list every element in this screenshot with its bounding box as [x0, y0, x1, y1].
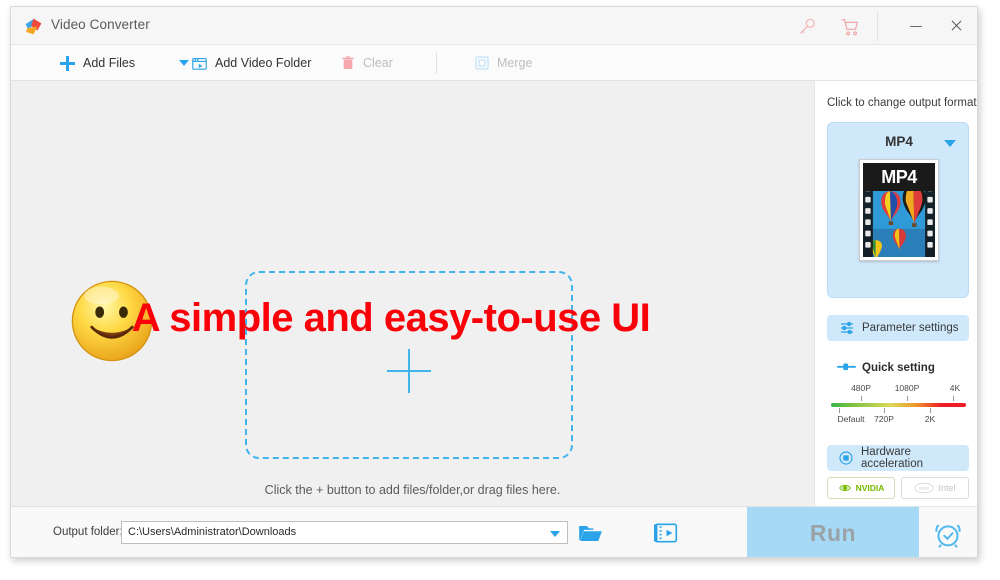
title-bar: Video Converter: [11, 7, 977, 45]
quality-slider-track: [831, 403, 966, 407]
chevron-down-icon: [944, 140, 956, 147]
parameter-settings-button[interactable]: Parameter settings: [827, 315, 969, 341]
output-folder-label: Output folder:: [53, 526, 123, 538]
quality-label-720p: 720P: [874, 414, 894, 424]
chevron-down-icon: [179, 60, 189, 66]
toolbar: Add Files Add Video Folder Clear Merge: [11, 45, 977, 81]
key-icon[interactable]: [796, 16, 818, 38]
format-thumbnail: MP4: [859, 159, 939, 261]
media-file-icon[interactable]: [653, 520, 679, 546]
add-files-label: Add Files: [83, 56, 136, 70]
quality-label-2k: 2K: [924, 414, 936, 424]
merge-label: Merge: [497, 56, 533, 70]
hardware-acceleration-button[interactable]: Hardware acceleration: [827, 445, 969, 471]
add-files-button[interactable]: Add Files: [59, 45, 135, 81]
toolbar-divider: [436, 52, 437, 74]
svg-text:intel: intel: [920, 486, 929, 492]
sidebar-caption: Click to change output format:: [827, 97, 978, 109]
run-button[interactable]: Run: [747, 507, 919, 557]
add-video-folder-button[interactable]: Add Video Folder: [191, 45, 311, 81]
hw-option-intel[interactable]: intel Intel: [901, 477, 969, 499]
quality-slider[interactable]: 480P 1080P 4K Default 720P 2K: [831, 381, 966, 429]
hardware-acceleration-label: Hardware acceleration: [861, 446, 924, 470]
plus-icon: [59, 55, 76, 72]
clear-button[interactable]: Clear: [339, 45, 393, 81]
merge-button[interactable]: Merge: [473, 45, 532, 81]
merge-squares-icon: [473, 55, 490, 72]
add-video-folder-label: Add Video Folder: [215, 56, 312, 70]
slider-handle-icon: [837, 359, 856, 377]
hw-option-intel-label: Intel: [938, 483, 956, 493]
nvidia-eye-icon: [838, 484, 851, 492]
application-window: Video Converter Add Files Add Video Fold…: [10, 6, 978, 558]
app-root: Video Converter Add Files Add Video Fold…: [0, 0, 1000, 580]
clear-label: Clear: [363, 56, 393, 70]
quality-label-1080p: 1080P: [894, 383, 920, 393]
output-format-card[interactable]: MP4 MP4: [827, 122, 969, 298]
thumbnail-format-label: MP4: [863, 163, 935, 191]
hardware-options: NVIDIA intel Intel: [827, 477, 969, 499]
titlebar-divider: [877, 11, 878, 41]
quality-label-480p: 480P: [851, 383, 871, 393]
hw-option-nvidia-label: NVIDIA: [855, 483, 885, 493]
quick-setting-row: Quick setting: [837, 359, 935, 377]
hw-option-nvidia[interactable]: NVIDIA: [827, 477, 895, 499]
sliders-icon: [838, 320, 855, 337]
window-title: Video Converter: [51, 17, 150, 32]
bottom-bar: Output folder: C:\Users\Administrator\Do…: [11, 506, 977, 557]
file-dropzone[interactable]: [245, 271, 573, 459]
minimize-button[interactable]: [899, 13, 933, 39]
quality-label-default: Default: [837, 414, 865, 424]
trash-icon: [339, 55, 356, 72]
intel-icon: intel: [914, 482, 934, 494]
open-folder-icon[interactable]: [577, 520, 603, 546]
main-content-area: A simple and easy-to-use UI Click the + …: [11, 81, 814, 506]
parameter-settings-label: Parameter settings: [862, 322, 959, 334]
chevron-down-icon[interactable]: [550, 531, 560, 537]
quality-label-4k: 4K: [949, 383, 961, 393]
folder-video-icon: [191, 55, 208, 72]
quick-setting-label: Quick setting: [862, 362, 935, 374]
app-logo-icon: [25, 18, 42, 35]
plus-icon: [387, 348, 431, 393]
output-folder-input[interactable]: C:\Users\Administrator\Downloads: [121, 521, 568, 544]
run-button-label: Run: [809, 519, 857, 546]
output-folder-value: C:\Users\Administrator\Downloads: [128, 526, 297, 538]
smiley-face-icon: [71, 280, 153, 362]
output-format-sidebar: Click to change output format: MP4 MP4 P…: [814, 81, 978, 506]
chip-icon: [838, 450, 854, 467]
shopping-cart-icon[interactable]: [839, 16, 861, 38]
dropzone-hint-text: Click the + button to add files/folder,o…: [264, 483, 561, 497]
alarm-clock-icon[interactable]: [933, 519, 963, 549]
close-button[interactable]: [939, 13, 973, 39]
